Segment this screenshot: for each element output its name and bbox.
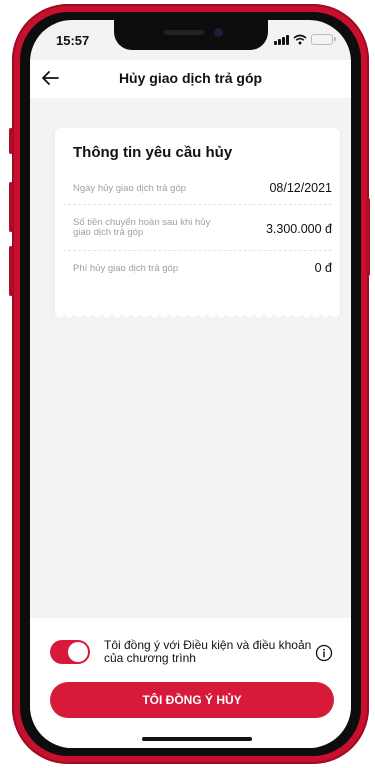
confirm-cancel-button[interactable]: TÔI ĐỒNG Ý HỦY [50, 682, 334, 718]
toggle-knob [68, 642, 88, 662]
info-row-value: 08/12/2021 [269, 181, 332, 195]
cancel-request-info-card: Thông tin yêu cầu hủy Ngày hủy giao dịch… [55, 128, 340, 314]
app-screen: 15:57 Hủy giao dịch trả góp Thông tin yê… [30, 20, 351, 748]
card-title: Thông tin yêu cầu hủy [73, 144, 233, 161]
info-row-label-line2: giao dịch trả góp [73, 227, 144, 238]
silent-switch [9, 128, 13, 154]
speaker [164, 30, 204, 35]
info-row-refund-amount: Số tiền chuyển hoàn sau khi hủy giao dịc… [63, 206, 332, 251]
info-row-label: Ngày hủy giao dịch trả góp [73, 183, 187, 194]
front-camera [214, 28, 223, 37]
agree-terms-line2: của chương trình [104, 651, 196, 665]
agree-terms-text: Tôi đồng ý với Điều kiện và điều khoản c… [104, 639, 314, 665]
signal-icon [274, 35, 289, 45]
wifi-icon [293, 34, 307, 45]
power-button [366, 198, 370, 276]
info-row-cancel-fee: Phí hủy giao dịch trả góp 0 đ [63, 252, 332, 286]
info-row-label: Phí hủy giao dịch trả góp [73, 263, 179, 274]
page-title: Hủy giao dịch trả góp [118, 70, 263, 86]
bottom-action-panel: Tôi đồng ý với Điều kiện và điều khoản c… [30, 618, 351, 748]
agree-terms-toggle[interactable] [50, 640, 90, 664]
top-app-bar: Hủy giao dịch trả góp [30, 60, 351, 98]
home-indicator [142, 737, 252, 741]
info-row-value: 3.300.000 đ [265, 222, 332, 236]
stage: 15:57 Hủy giao dịch trả góp Thông tin yê… [0, 0, 375, 768]
volume-up-button [9, 182, 13, 232]
status-icons [274, 34, 336, 45]
battery-icon [311, 34, 336, 45]
volume-down-button [9, 246, 13, 296]
info-row-value: 0 đ [314, 261, 332, 275]
info-circle-icon[interactable] [315, 644, 333, 662]
status-time: 15:57 [56, 33, 90, 48]
card-scalloped-edge [55, 312, 340, 318]
notch [114, 20, 268, 50]
info-row-cancel-date: Ngày hủy giao dịch trả góp 08/12/2021 [63, 172, 332, 205]
